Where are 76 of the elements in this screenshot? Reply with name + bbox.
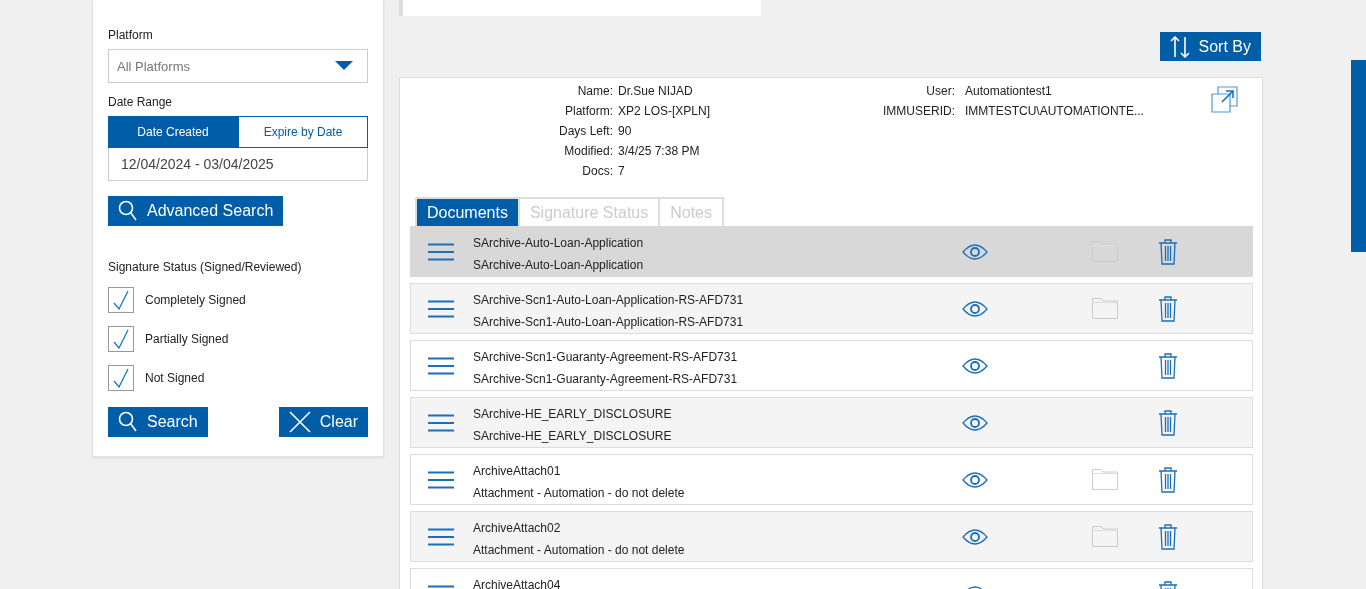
document-title: ArchiveAttach04 xyxy=(473,577,562,589)
date-mode-toggle[interactable]: Expire by Date xyxy=(238,116,368,148)
detail-value: 3/4/25 7:38 PM xyxy=(618,144,701,159)
document-description: SArchive-Scn1-Auto-Loan-Application-RS-AFD731 xyxy=(473,314,745,330)
eye-icon[interactable] xyxy=(962,243,988,260)
detail-label: Modified: xyxy=(563,144,613,159)
trash-icon[interactable] xyxy=(1158,523,1178,550)
eye-icon[interactable] xyxy=(962,471,988,488)
document-title: SArchive-HE_EARLY_DISCLOSURE xyxy=(473,406,673,422)
date-mode-toggle[interactable]: Date Created xyxy=(108,116,238,148)
document-row[interactable]: ArchiveAttach04 xyxy=(410,568,1253,589)
document-description: SArchive-HE_EARLY_DISCLOSURE xyxy=(473,428,673,444)
checkbox[interactable] xyxy=(108,365,134,391)
date-range-field[interactable]: 12/04/2024 - 03/04/2025 xyxy=(108,148,368,181)
trash-icon[interactable] xyxy=(1158,295,1178,322)
popout-icon[interactable] xyxy=(1211,86,1238,113)
document-title: ArchiveAttach02 xyxy=(473,520,562,536)
detail-label: Docs: xyxy=(581,164,613,179)
document-description: Attachment - Automation - do not delete xyxy=(473,542,686,558)
eye-icon[interactable] xyxy=(962,528,988,545)
menu-icon[interactable] xyxy=(428,527,454,546)
caret-icon xyxy=(335,61,353,71)
document-row[interactable]: SArchive-Scn1-Auto-Loan-Application-RS-AFD731 SArchive-Scn1-Auto-Loan-Application-RS-AFD731 xyxy=(410,283,1253,334)
advanced-search-button[interactable]: Advanced Search xyxy=(108,196,284,226)
detail-label: User: xyxy=(925,84,955,99)
detail-label: Name: xyxy=(576,84,613,99)
eye-icon[interactable] xyxy=(962,357,988,374)
tab[interactable]: Documents xyxy=(417,199,518,226)
checkbox[interactable] xyxy=(108,326,134,352)
checkbox-label: Completely Signed xyxy=(145,293,246,307)
menu-icon[interactable] xyxy=(428,242,454,261)
menu-icon[interactable] xyxy=(428,356,454,375)
section-label: Signature Status (Signed/Reviewed) xyxy=(108,260,303,274)
detail-value: XP2 LOS-[XPLN] xyxy=(618,104,712,119)
search-icon xyxy=(118,411,138,433)
document-description: Attachment - Automation - do not delete xyxy=(473,485,686,501)
eye-icon[interactable] xyxy=(962,414,988,431)
checkbox-label: Partially Signed xyxy=(145,332,229,346)
checkbox-label: Not Signed xyxy=(145,371,205,385)
document-title: SArchive-Scn1-Auto-Loan-Application-RS-AFD731 xyxy=(473,292,745,308)
sort-button[interactable]: Sort By xyxy=(1159,32,1261,61)
platform-dropdown[interactable]: All Platforms xyxy=(108,49,368,83)
document-description: SArchive-Auto-Loan-Application xyxy=(473,257,645,273)
close-icon xyxy=(288,411,311,433)
field-label: Platform xyxy=(108,28,154,42)
menu-icon[interactable] xyxy=(428,470,454,489)
document-title: ArchiveAttach01 xyxy=(473,463,562,479)
checkbox[interactable] xyxy=(108,287,134,313)
search-button[interactable]: Search xyxy=(108,407,208,437)
detail-value: IMMTESTCU\AUTOMATIONTE... xyxy=(965,104,1144,119)
sort-icon xyxy=(1169,35,1190,58)
document-title: SArchive-Auto-Loan-Application xyxy=(473,235,645,251)
detail-label: IMMUSERID: xyxy=(882,104,955,119)
document-row[interactable]: ArchiveAttach02 Attachment - Automation - do not delete xyxy=(410,511,1253,562)
detail-value: 7 xyxy=(618,164,626,179)
menu-icon[interactable] xyxy=(428,413,454,432)
menu-icon[interactable] xyxy=(428,299,454,318)
detail-value: Dr.Sue NIJAD xyxy=(618,84,694,99)
document-title: SArchive-Scn1-Guaranty-Agreement-RS-AFD731 xyxy=(473,349,739,365)
document-row[interactable]: SArchive-HE_EARLY_DISCLOSURE SArchive-HE_EARLY_DISCLOSURE xyxy=(410,397,1253,448)
detail-value: 90 xyxy=(618,124,633,139)
trash-icon[interactable] xyxy=(1158,466,1178,493)
trash-icon[interactable] xyxy=(1158,409,1178,436)
trash-icon[interactable] xyxy=(1158,238,1178,265)
document-description: SArchive-Scn1-Guaranty-Agreement-RS-AFD731 xyxy=(473,371,739,387)
detail-value: Automationtest1 xyxy=(965,84,1053,99)
trash-icon[interactable] xyxy=(1158,352,1178,379)
search-icon xyxy=(118,200,138,222)
clear-button[interactable]: Clear xyxy=(278,407,368,437)
document-row[interactable]: ArchiveAttach01 Attachment - Automation - do not delete xyxy=(410,454,1253,505)
eye-icon[interactable] xyxy=(962,300,988,317)
document-row[interactable]: SArchive-Scn1-Guaranty-Agreement-RS-AFD731 SArchive-Scn1-Guaranty-Agreement-RS-AFD731 xyxy=(410,340,1253,391)
detail-label: Days Left: xyxy=(557,124,613,139)
document-row[interactable]: SArchive-Auto-Loan-Application SArchive-Auto-Loan-Application xyxy=(410,226,1253,277)
field-label: Date Range xyxy=(108,95,174,109)
detail-label: Platform: xyxy=(564,104,613,119)
